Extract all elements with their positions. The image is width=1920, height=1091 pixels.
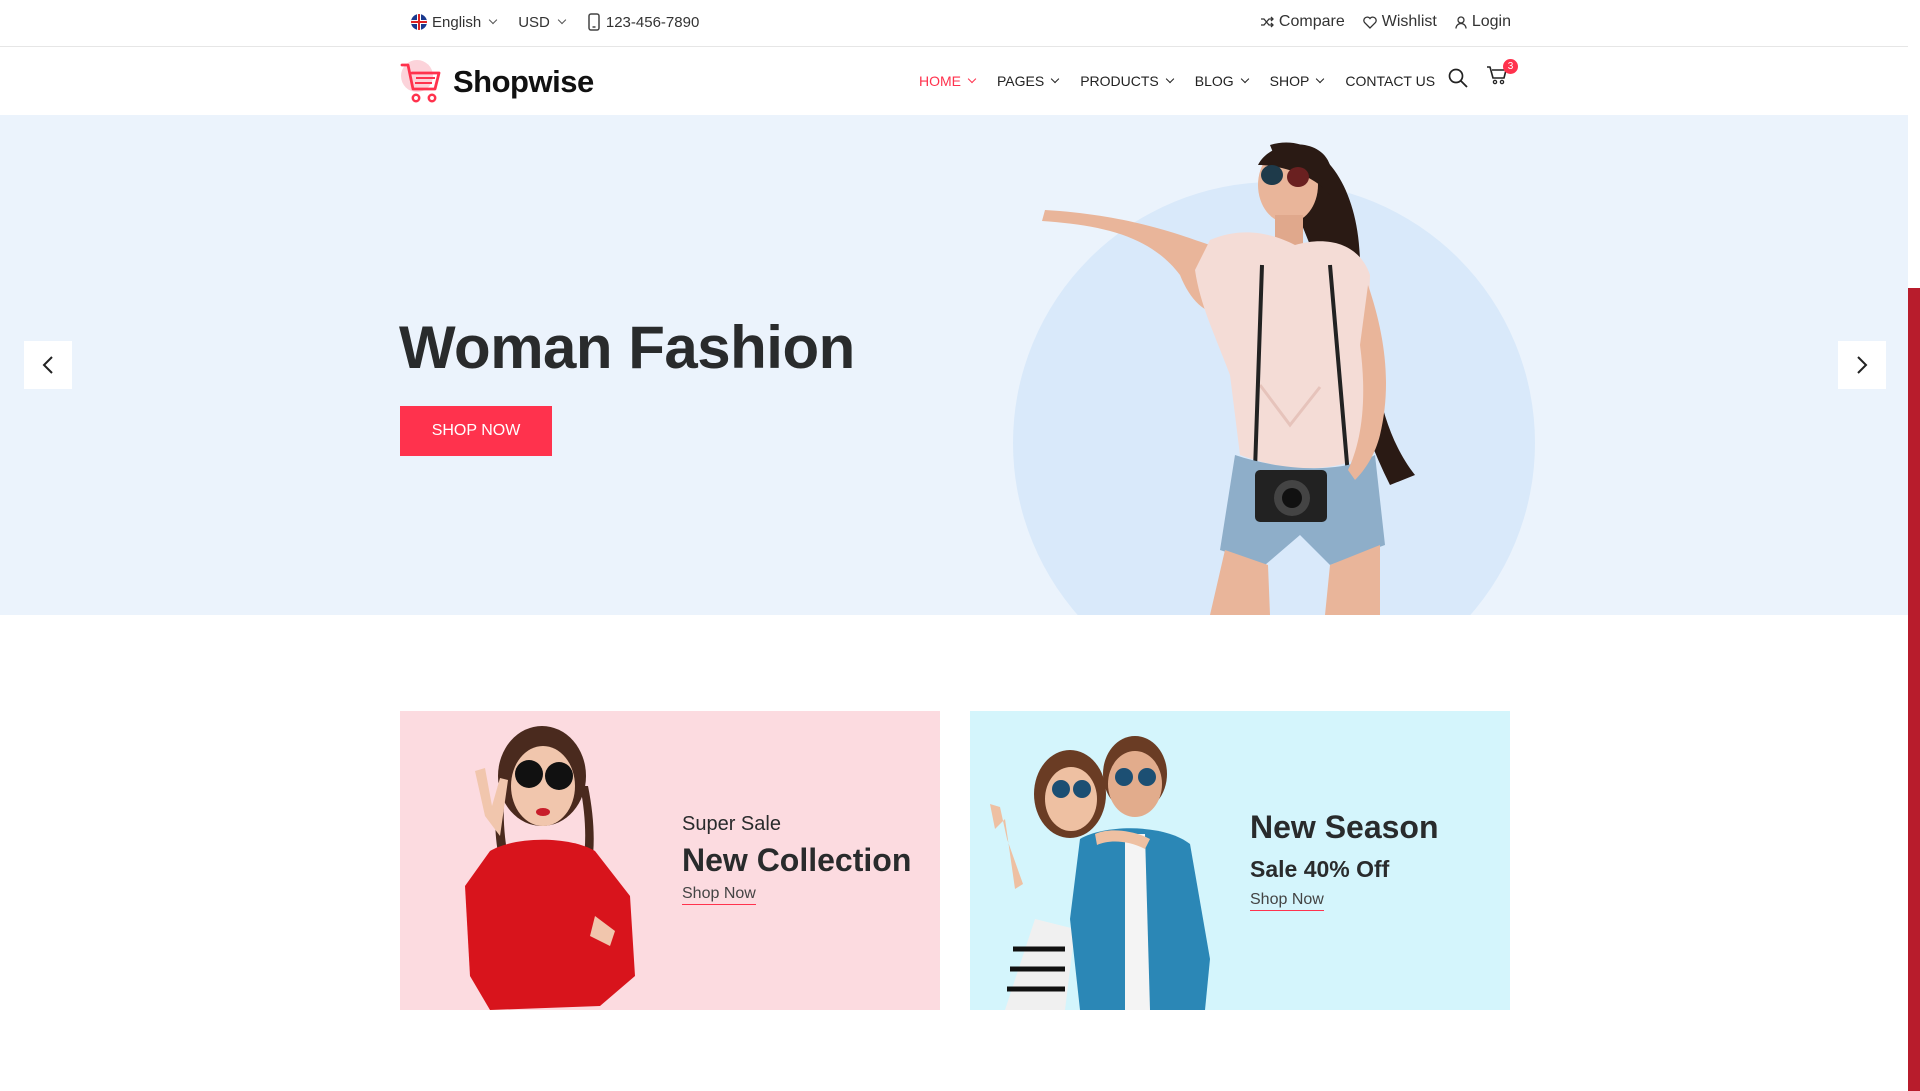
chevron-down-icon [1316,74,1325,84]
shuffle-icon [1260,16,1274,28]
hero-shop-now-button[interactable]: SHOP NOW [400,406,552,456]
compare-label: Compare [1278,13,1345,30]
slider-prev-button[interactable] [24,341,72,389]
phone-contact[interactable]: 123-456-7890 [587,13,699,31]
hero-title: Woman Fashion [399,314,855,381]
banner-woman-red-sweater-image [465,726,635,1010]
banner-couple-image [990,736,1210,1010]
banner-2-text: New Season Sale 40% Off Shop Now [1250,809,1439,911]
user-icon [1455,15,1467,29]
banner-super-sale[interactable]: Super Sale New Collection Shop Now [400,711,940,1010]
nav-pages[interactable]: PAGES [997,73,1060,89]
banner-2-subtitle: Sale 40% Off [1250,856,1390,882]
chevron-down-icon [557,15,567,25]
nav-contact-label: CONTACT US [1345,73,1436,89]
nav-contact-us[interactable]: CONTACT US [1345,73,1435,89]
compare-link[interactable]: Compare [1260,13,1345,31]
currency-label: USD [518,13,550,31]
banner-1-title: New Collection [682,842,912,878]
nav-pages-label: PAGES [997,73,1045,89]
nav-home[interactable]: HOME [919,73,977,89]
shopping-cart-logo-icon [400,60,441,103]
chevron-down-icon [967,74,977,84]
chevron-down-icon [1240,74,1249,84]
header-icons: 3 [1448,59,1518,90]
search-icon[interactable] [1448,68,1468,88]
chevron-left-icon [42,356,53,374]
cart-button[interactable]: 3 [1486,59,1518,90]
cart-count-badge: 3 [1503,59,1518,74]
banner-1-shop-now-link[interactable]: Shop Now [682,885,756,905]
phone-number: 123-456-7890 [605,13,700,31]
banner-1-text: Super Sale New Collection Shop Now [682,813,911,905]
main-header: Shopwise HOME PAGES PRODUCTS BLOG SHOP C… [0,47,1908,115]
chevron-down-icon [1165,74,1175,84]
logo-text: Shopwise [453,64,594,99]
chevron-right-icon [1857,356,1868,374]
nav-shop[interactable]: SHOP [1269,73,1325,89]
wishlist-label: Wishlist [1381,13,1437,30]
nav-blog-label: BLOG [1194,73,1234,89]
language-label: English [432,13,482,31]
hero-slider: Woman Fashion SHOP NOW [0,115,1908,615]
login-link[interactable]: Login [1455,13,1511,31]
currency-selector[interactable]: USD [518,13,567,31]
nav-blog[interactable]: BLOG [1194,73,1249,89]
banner-2-title: New Season [1250,809,1439,845]
nav-home-label: HOME [919,73,961,89]
banner-new-season[interactable]: New Season Sale 40% Off Shop Now [970,711,1510,1010]
banner-2-shop-now-link[interactable]: Shop Now [1250,891,1324,911]
main-navigation: HOME PAGES PRODUCTS BLOG SHOP CONTACT US [919,47,1435,115]
language-selector[interactable]: English [411,13,498,31]
slider-next-button[interactable] [1838,341,1886,389]
wishlist-link[interactable]: Wishlist [1362,13,1437,31]
nav-products-label: PRODUCTS [1080,73,1159,89]
site-logo[interactable]: Shopwise [399,58,594,106]
scrollbar-thumb[interactable] [1908,288,1920,1091]
page-scrollbar[interactable] [1908,0,1920,1091]
banner-1-subtitle: Super Sale [682,813,781,835]
chevron-down-icon [488,15,498,25]
top-bar: English USD 123-456-7890 Compare Wishlis… [0,0,1908,47]
nav-products[interactable]: PRODUCTS [1080,73,1175,89]
hero-woman-image [1042,142,1415,615]
uk-flag-icon [411,14,427,30]
nav-shop-label: SHOP [1269,73,1310,89]
mobile-phone-icon [588,13,600,31]
login-label: Login [1471,13,1511,30]
chevron-down-icon [1050,74,1060,84]
heart-icon [1362,15,1377,29]
